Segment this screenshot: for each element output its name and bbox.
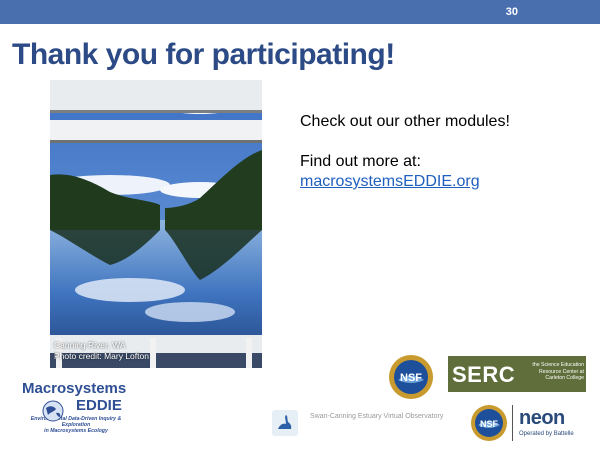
river-photo: Canning River, WA Photo credit: Mary Lof…	[50, 80, 262, 368]
website-link[interactable]: macrosystemsEDDIE.org	[300, 173, 480, 190]
nsf-logo-small: NSF	[470, 404, 508, 447]
neon-logo: neon Operated by Battelle	[512, 405, 583, 441]
serc-logo-text: SERC	[452, 362, 516, 387]
slide-number: 30	[505, 6, 518, 18]
photo-caption: Canning River, WA Photo credit: Mary Lof…	[54, 340, 149, 362]
body-text: Check out our other modules! Find out mo…	[300, 112, 590, 192]
neon-logo-text: neon	[519, 407, 565, 429]
eddie-tagline-line2: in Macrosystems Ecology	[44, 428, 108, 434]
nsf-logo-small-text: NSF	[480, 419, 499, 429]
river-photo-image	[50, 80, 262, 368]
caption-location: Canning River, WA	[54, 340, 126, 350]
observatory-label: Swan-Canning Estuary Virtual Observatory	[310, 413, 444, 420]
nsf-logo-text: NSF	[400, 372, 422, 384]
eddie-logo-line1: Macrosystems	[22, 380, 127, 397]
swan-icon	[272, 410, 298, 436]
serc-logo: SERC the Science Education Resource Cent…	[448, 356, 586, 392]
find-out-text: Find out more at:	[300, 153, 421, 170]
macrosystems-eddie-logo: Macrosystems EDDIE Environmental Data-Dr…	[16, 380, 126, 434]
eddie-logo-line2: EDDIE	[76, 397, 122, 414]
modules-text: Check out our other modules!	[300, 113, 510, 130]
neon-operated-text: Operated by Battelle	[519, 431, 574, 437]
serc-logo-subtitle: the Science Education Resource Center at…	[532, 362, 584, 381]
slide-title: Thank you for participating!	[12, 38, 395, 71]
nsf-logo: NSF	[388, 354, 434, 405]
globe-icon	[36, 400, 70, 427]
eddie-tagline-line1: Environmental Data-Driven Inquiry & Expl…	[30, 416, 122, 428]
top-bar: 30	[0, 0, 600, 24]
caption-credit: Photo credit: Mary Lofton	[54, 351, 149, 361]
eddie-tagline: Environmental Data-Driven Inquiry & Expl…	[16, 416, 136, 434]
